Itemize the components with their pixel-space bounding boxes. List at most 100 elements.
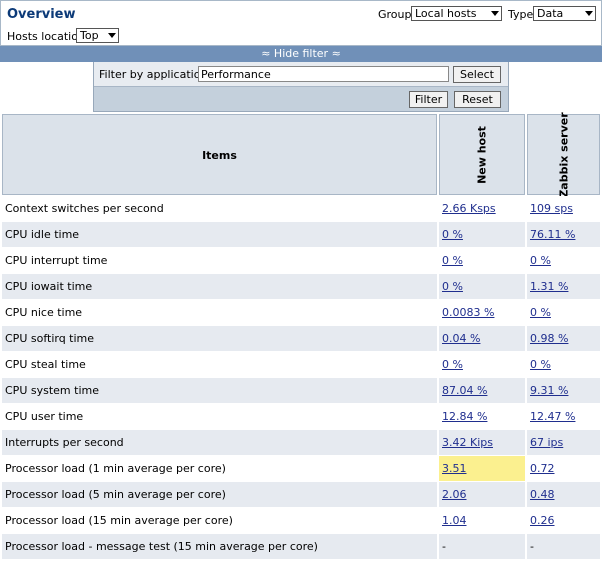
group-label: Group [378,8,412,21]
type-label: Type [508,8,534,21]
value-cell: 0 % [527,248,600,273]
value-link[interactable]: 0 % [442,254,463,267]
value-cell: 0 % [439,352,525,377]
table-row: Context switches per second 2.66 Ksps 109 … [2,196,600,222]
filter-row: Filter by application Select [94,62,508,87]
value-cell: 0 % [527,352,600,377]
hosts-location-select[interactable]: Top [76,28,119,43]
application-input[interactable] [198,66,449,82]
value-cell: 3.51 [439,456,525,481]
table-row: Processor load - message test (15 min av… [2,534,600,560]
value-cell: 0 % [439,248,525,273]
value-cell: 87.04 % [439,378,525,403]
table-header-row: Items New host Zabbix server [2,112,600,198]
value-link[interactable]: 0.72 [530,462,555,475]
value-link[interactable]: 3.42 Kips [442,436,493,449]
value-link[interactable]: 76.11 % [530,228,575,241]
type-select-value: Data [537,7,564,20]
hide-filter-link[interactable]: ≈ Hide filter ≈ [261,47,341,60]
value-link[interactable]: 12.47 % [530,410,575,423]
host-column-header: Zabbix server [527,112,600,198]
item-name-cell: Processor load (15 min average per core) [2,508,437,533]
overview-table: Items New host Zabbix server Context swi… [2,112,600,560]
value-cell: 2.66 Ksps [439,196,525,221]
select-button[interactable]: Select [453,66,501,83]
value-cell: 2.06 [439,482,525,507]
value-link[interactable]: 0.0083 % [442,306,494,319]
table-row: Processor load (15 min average per core)… [2,508,600,534]
value-link[interactable]: 0 % [442,228,463,241]
value-cell: - [527,534,600,559]
item-name-cell: CPU iowait time [2,274,437,299]
table-row: Processor load (5 min average per core) 2… [2,482,600,508]
value-link[interactable]: 0.04 % [442,332,480,345]
filter-by-application-label: Filter by application [99,68,208,81]
filter-button[interactable]: Filter [409,91,448,108]
value-link[interactable]: 0.26 [530,514,555,527]
value-cell: - [439,534,525,559]
value-cell: 0.26 [527,508,600,533]
page-title: Overview [7,7,76,22]
page-header: Overview Group Local hosts Type Data Hos… [0,0,602,46]
items-column-header: Items [2,114,437,195]
value-link[interactable]: 3.51 [442,462,467,475]
value-link[interactable]: 1.04 [442,514,467,527]
value-link[interactable]: 67 ips [530,436,563,449]
value-cell: 1.04 [439,508,525,533]
value-cell: 1.31 % [527,274,600,299]
value-cell: 0.48 [527,482,600,507]
item-name-cell: CPU steal time [2,352,437,377]
filter-toggle-bar[interactable]: ≈ Hide filter ≈ [0,46,602,62]
table-row: CPU idle time 0 % 76.11 % [2,222,600,248]
value-cell: 0.98 % [527,326,600,351]
table-row: CPU interrupt time 0 % 0 % [2,248,600,274]
item-name-cell: Processor load (1 min average per core) [2,456,437,481]
value-link[interactable]: 12.84 % [442,410,487,423]
item-name-cell: CPU system time [2,378,437,403]
items-header-label: Items [202,149,237,162]
item-name-cell: Interrupts per second [2,430,437,455]
filter-panel: Filter by application Select Filter Rese… [93,62,509,112]
value-link[interactable]: 2.06 [442,488,467,501]
value-link[interactable]: 0 % [442,358,463,371]
value-link[interactable]: 0 % [530,358,551,371]
value-cell: 0 % [439,274,525,299]
reset-button[interactable]: Reset [454,91,501,108]
value-link[interactable]: 0.48 [530,488,555,501]
value-cell: 0 % [527,300,600,325]
value-link[interactable]: 0 % [442,280,463,293]
value-link[interactable]: 0 % [530,254,551,267]
chevron-down-icon [491,11,499,16]
table-row: CPU steal time 0 % 0 % [2,352,600,378]
group-select[interactable]: Local hosts [411,6,502,21]
value-cell: 0.72 [527,456,600,481]
value-link[interactable]: 1.31 % [530,280,568,293]
value-cell: 9.31 % [527,378,600,403]
host-header-label: Zabbix server [557,112,570,198]
value-link[interactable]: 87.04 % [442,384,487,397]
item-name-cell: CPU idle time [2,222,437,247]
value-cell: 76.11 % [527,222,600,247]
value-cell: 12.84 % [439,404,525,429]
value-link[interactable]: 0.98 % [530,332,568,345]
chevron-down-icon [585,11,593,16]
value-link[interactable]: 2.66 Ksps [442,202,496,215]
host-column-header: New host [439,114,525,195]
value-cell: 0.04 % [439,326,525,351]
value-cell: 109 sps [527,196,600,221]
table-row: CPU iowait time 0 % 1.31 % [2,274,600,300]
value-link[interactable]: 9.31 % [530,384,568,397]
type-select[interactable]: Data [533,6,596,21]
value-link[interactable]: 0 % [530,306,551,319]
item-name-cell: CPU softirq time [2,326,437,351]
value-cell: 0.0083 % [439,300,525,325]
value-link[interactable]: 109 sps [530,202,573,215]
table-row: CPU system time 87.04 % 9.31 % [2,378,600,404]
table-row: CPU nice time 0.0083 % 0 % [2,300,600,326]
hosts-location-value: Top [80,29,99,42]
table-body: Context switches per second 2.66 Ksps 109 … [2,196,600,560]
table-row: Processor load (1 min average per core) 3… [2,456,600,482]
table-row: CPU user time 12.84 % 12.47 % [2,404,600,430]
group-select-value: Local hosts [415,7,477,20]
item-name-cell: CPU interrupt time [2,248,437,273]
